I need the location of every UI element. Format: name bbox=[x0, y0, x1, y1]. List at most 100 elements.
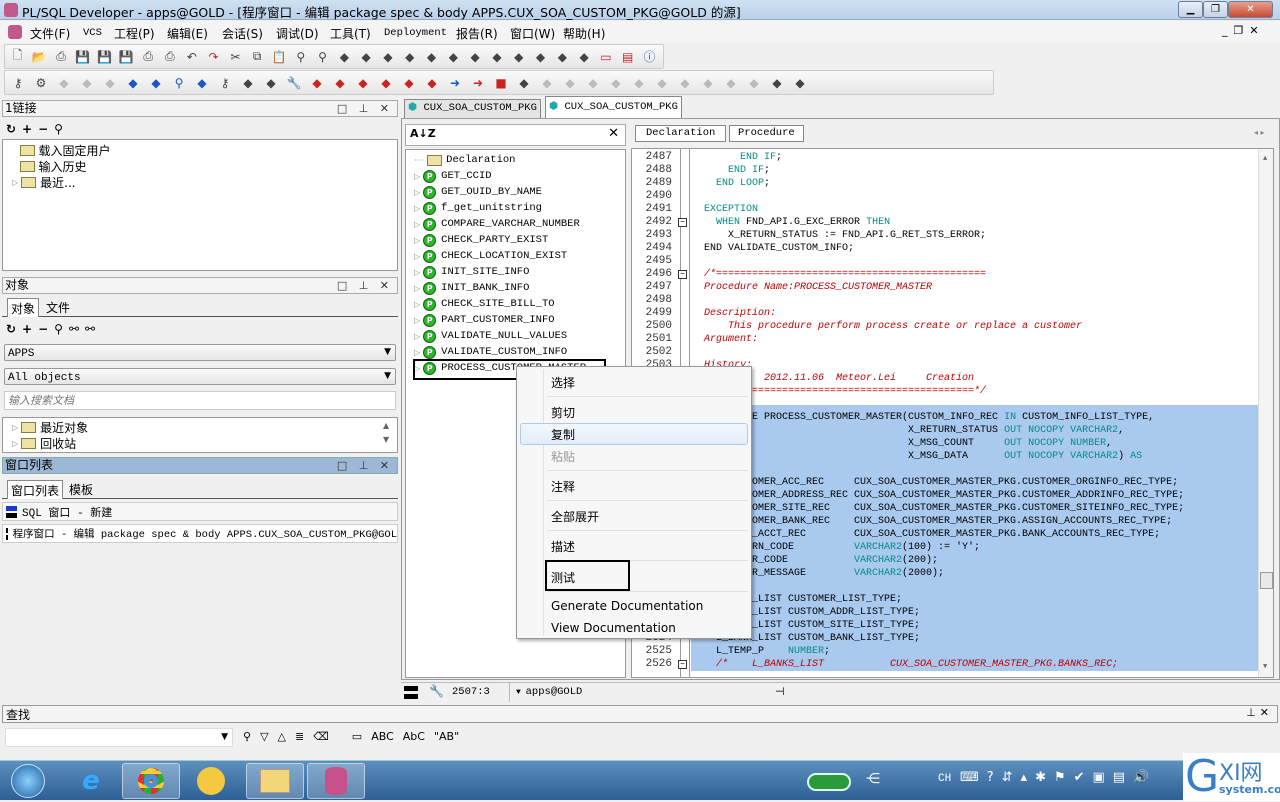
print-setup-button[interactable]: ⎙ bbox=[162, 48, 179, 66]
context-menu-item-8[interactable]: Generate Documentation bbox=[551, 599, 703, 613]
find-input[interactable]: ▼ bbox=[5, 728, 233, 747]
run-button[interactable]: ◆ bbox=[423, 74, 441, 92]
checklist-button[interactable]: ◆ bbox=[239, 74, 257, 92]
query-builder-button[interactable]: ◆ bbox=[489, 48, 506, 66]
debug-start-button[interactable]: ◆ bbox=[308, 74, 326, 92]
expand-icon[interactable]: ···· bbox=[414, 156, 424, 165]
vertical-scrollbar[interactable]: ▲ ▼ bbox=[1258, 149, 1273, 677]
disabled-6-button[interactable]: ◆ bbox=[653, 74, 671, 92]
connections-toolbar[interactable]: ↻+−⚲ bbox=[6, 122, 69, 136]
key-button[interactable]: ⚷ bbox=[9, 74, 27, 92]
pin-icon[interactable]: ⊣ bbox=[775, 685, 785, 698]
wrench-button[interactable]: 🔧 bbox=[285, 74, 303, 92]
taskbar-app-ie[interactable]: e bbox=[62, 763, 120, 799]
outline-item[interactable]: ▷ P PART_CUSTOMER_INFO bbox=[414, 313, 555, 327]
disabled-9-button[interactable]: ◆ bbox=[722, 74, 740, 92]
pencil-button[interactable]: ◆ bbox=[791, 74, 809, 92]
context-menu-item-9[interactable]: View Documentation bbox=[551, 621, 676, 635]
export-button[interactable]: ◆ bbox=[358, 48, 375, 66]
find-button[interactable]: ⚲ bbox=[292, 48, 309, 66]
fold-toggle-icon[interactable]: − bbox=[678, 270, 687, 279]
comment-button[interactable]: ◆ bbox=[445, 48, 462, 66]
connection-selector[interactable]: ▼ apps@GOLD bbox=[516, 686, 582, 698]
outline-item[interactable]: ▷ P COMPARE_VARCHAR_NUMBER bbox=[414, 217, 580, 231]
unindent-button[interactable]: ◆ bbox=[423, 48, 440, 66]
step-button[interactable]: ◆ bbox=[354, 74, 372, 92]
objects-toolbar[interactable]: ↻+−⚲⚯⚯ bbox=[6, 322, 101, 336]
disabled-10-button[interactable]: ◆ bbox=[745, 74, 763, 92]
scrollbar[interactable]: ▲ ▼ bbox=[383, 419, 389, 447]
sql-button[interactable]: ◆ bbox=[147, 74, 165, 92]
taskbar-app-paint[interactable] bbox=[182, 763, 240, 799]
tile-button[interactable]: ◆ bbox=[576, 48, 593, 66]
taskbar-app-explorer[interactable] bbox=[246, 763, 304, 799]
outline-item[interactable]: ▷ Pf_get_unitstring bbox=[414, 201, 542, 215]
tab-templates[interactable]: 模板 bbox=[66, 480, 96, 499]
network-map-icon[interactable]: ⋲ bbox=[866, 771, 880, 787]
disabled-2-button[interactable]: ◆ bbox=[561, 74, 579, 92]
keys-button[interactable]: ⚷ bbox=[216, 74, 234, 92]
context-menu-item-4[interactable]: 注释 bbox=[551, 478, 575, 495]
context-menu-item-0[interactable]: 选择 bbox=[551, 374, 575, 391]
outline-item[interactable]: ▷ P GET_OUID_BY_NAME bbox=[414, 185, 542, 199]
save-all-button[interactable]: 💾 bbox=[118, 48, 135, 66]
compile-button[interactable]: ◆ bbox=[380, 48, 397, 66]
copy-button[interactable]: ⧉ bbox=[249, 48, 266, 66]
undo-button[interactable]: ↶ bbox=[183, 48, 200, 66]
arrow-right-blue-button[interactable]: ➜ bbox=[446, 74, 464, 92]
expand-icon[interactable]: ▷ bbox=[414, 252, 420, 261]
maximize-button[interactable]: ❐ bbox=[1203, 1, 1228, 18]
schedule-button[interactable]: ◆ bbox=[262, 74, 280, 92]
menu-item[interactable]: 调试(D) bbox=[276, 25, 319, 42]
outline-item[interactable]: ▷ P VALIDATE_NULL_VALUES bbox=[414, 329, 567, 343]
info-button[interactable]: ⓘ bbox=[641, 48, 658, 66]
save-as-button[interactable]: 💾 bbox=[96, 48, 113, 66]
sort-button[interactable]: A↓Z bbox=[410, 127, 436, 140]
expand-icon[interactable]: ▷ bbox=[414, 316, 420, 325]
editor-tab-procedure[interactable]: Procedure bbox=[729, 125, 804, 142]
find-icon[interactable]: ⚲ bbox=[243, 730, 251, 743]
expand-icon[interactable]: ▷ bbox=[414, 172, 420, 181]
object-search-input[interactable] bbox=[4, 391, 396, 410]
tab-window-list[interactable]: 窗口列表 bbox=[7, 480, 64, 499]
fold-toggle-icon[interactable]: − bbox=[678, 218, 687, 227]
highlight-icon[interactable]: ≣ bbox=[295, 730, 304, 743]
status-pill-icon[interactable] bbox=[807, 773, 851, 791]
editor-tab-declaration[interactable]: Declaration bbox=[635, 125, 727, 142]
upload-disabled-button[interactable]: ◆ bbox=[78, 74, 96, 92]
menu-item[interactable]: VCS bbox=[83, 27, 102, 39]
download-disabled-button[interactable]: ◆ bbox=[101, 74, 119, 92]
context-menu-item-1[interactable]: 剪切 bbox=[551, 404, 575, 421]
object-filter-select[interactable]: All objects ▼ bbox=[4, 368, 396, 385]
close-button[interactable]: ✕ bbox=[1228, 1, 1273, 18]
tree-item[interactable]: 输入历史 bbox=[14, 158, 87, 175]
clear-icon[interactable]: ⌫ bbox=[313, 730, 329, 743]
disabled-3-button[interactable]: ◆ bbox=[584, 74, 602, 92]
pdf-button[interactable]: ▤ bbox=[619, 48, 636, 66]
taskbar-app-plsql[interactable] bbox=[307, 763, 365, 799]
panel-controls[interactable]: □ ⊥ ✕ bbox=[337, 458, 393, 473]
tree-item[interactable]: ▷ 最近... bbox=[12, 174, 76, 191]
expand-icon[interactable]: ▷ bbox=[12, 178, 18, 187]
doc-tab-active[interactable]: ⬢ CUX_SOA_CUSTOM_PKG bbox=[545, 96, 682, 118]
chevron-down-icon[interactable]: ▼ bbox=[221, 732, 228, 742]
expand-icon[interactable]: ▷ bbox=[414, 188, 420, 197]
cut-button[interactable]: ✂ bbox=[227, 48, 244, 66]
expand-icon[interactable]: ▷ bbox=[414, 236, 420, 245]
context-menu-item-3[interactable]: 粘贴 bbox=[551, 448, 575, 465]
disabled-1-button[interactable]: ◆ bbox=[538, 74, 556, 92]
disabled-7-button[interactable]: ◆ bbox=[676, 74, 694, 92]
import-button[interactable]: ◆ bbox=[336, 48, 353, 66]
tree-item[interactable]: 载入固定用户 bbox=[14, 142, 111, 159]
outline-item[interactable]: ▷ P GET_CCID bbox=[414, 169, 492, 183]
print-preview-button[interactable]: ⎙ bbox=[53, 48, 70, 66]
menu-item[interactable]: 会话(S) bbox=[222, 25, 263, 42]
new-button[interactable]: 🗋 bbox=[9, 48, 26, 66]
outline-item[interactable]: ···· Declaration bbox=[414, 153, 515, 167]
menu-item[interactable]: 文件(F) bbox=[30, 25, 70, 42]
open-button[interactable]: 📂 bbox=[31, 48, 48, 66]
db-connect-button[interactable]: ◆ bbox=[124, 74, 142, 92]
panel-controls[interactable]: ⊥✕ bbox=[1246, 706, 1273, 719]
paste-button[interactable]: 📋 bbox=[271, 48, 288, 66]
tab-files[interactable]: 文件 bbox=[43, 298, 73, 317]
